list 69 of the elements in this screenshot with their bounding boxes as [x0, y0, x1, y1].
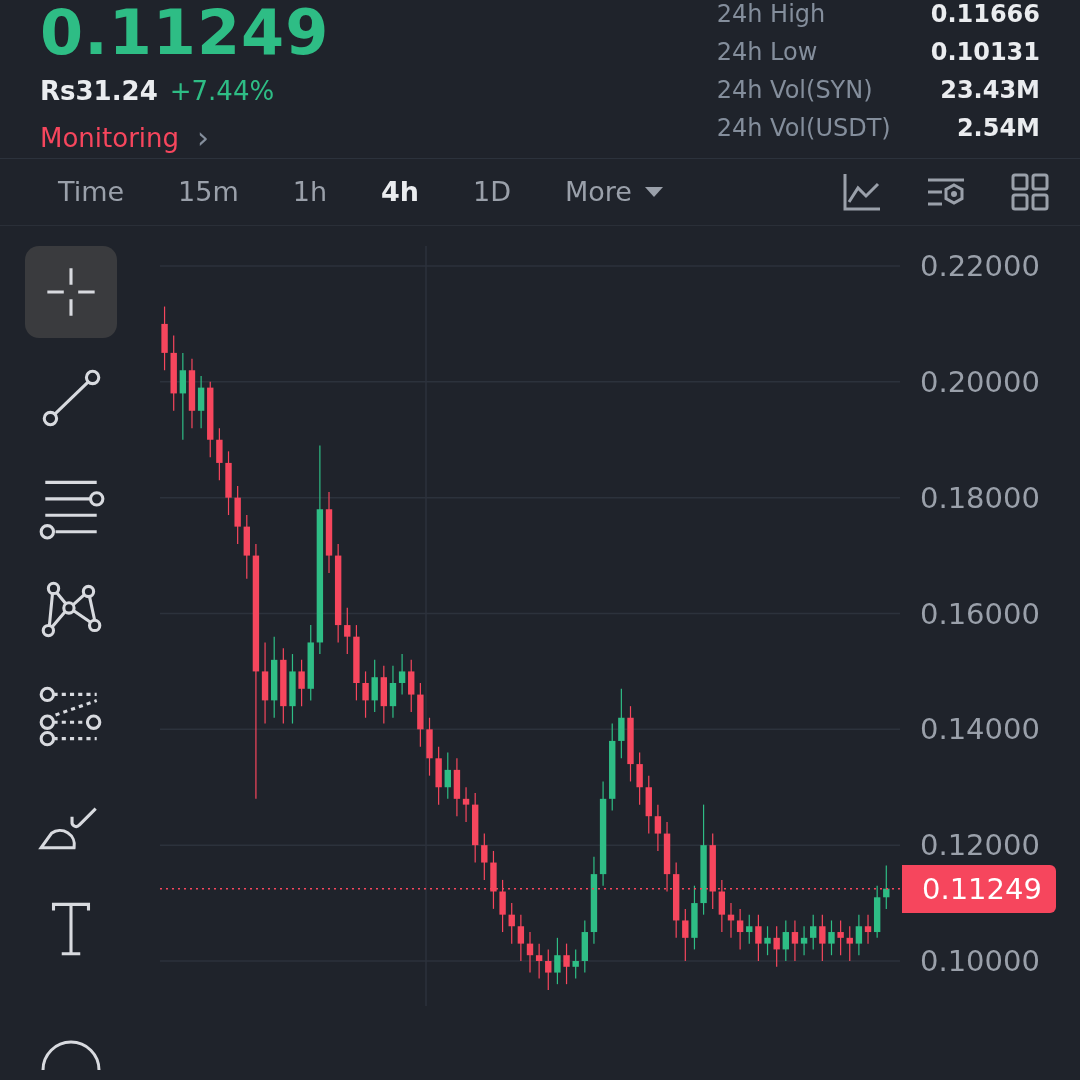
interval-tab[interactable]: 1h — [272, 176, 348, 208]
price-axis-label: 0.22000 — [920, 248, 1040, 285]
price-axis-label: 0.14000 — [920, 711, 1040, 749]
price-axis-label: 0.20000 — [920, 363, 1040, 401]
fiat-price: Rs31.24 — [40, 76, 158, 106]
candlestick — [782, 919, 789, 962]
monitoring-link[interactable]: Monitoring › — [40, 120, 330, 155]
candlestick — [636, 751, 643, 806]
candlestick — [864, 914, 872, 945]
candlestick — [572, 948, 579, 979]
candlestick — [746, 914, 753, 945]
price-axis-label: 0.12000 — [920, 827, 1040, 865]
candlestick — [618, 688, 625, 759]
crosshair-tool-button[interactable] — [25, 246, 117, 338]
price-axis-label: 0.16000 — [920, 595, 1040, 633]
candlestick — [462, 786, 470, 823]
candlestick — [408, 659, 415, 713]
interval-tab[interactable]: 15m — [158, 176, 259, 208]
candlestick — [773, 925, 780, 968]
price-change: +7.44% — [169, 76, 275, 106]
stat-label: 24h Low — [716, 38, 819, 66]
candlestick — [682, 908, 689, 962]
stat-label: 24h Vol(USDT) — [716, 114, 891, 142]
candlestick — [298, 659, 305, 707]
candlestick — [398, 653, 406, 696]
candlestick — [545, 948, 552, 991]
stat-value: 0.11666 — [930, 0, 1040, 28]
stat-value: 23.43M — [939, 76, 1040, 104]
candlestick — [362, 670, 369, 719]
candlestick — [344, 607, 351, 655]
stat-value: 0.10131 — [930, 38, 1040, 66]
candlestick — [554, 937, 561, 985]
line-chart-icon[interactable] — [842, 171, 882, 212]
candlestick — [846, 925, 853, 962]
stat-value: 2.54M — [955, 114, 1040, 142]
candlestick — [800, 925, 808, 956]
candlestick — [654, 804, 662, 852]
stat-label: 24h Vol(SYN) — [716, 76, 874, 104]
candlestick — [828, 919, 835, 956]
candlestick — [197, 375, 205, 429]
candlestick — [764, 925, 771, 956]
last-price: 0.11249 — [40, 0, 330, 66]
price-axis-label: 0.10000 — [920, 943, 1040, 980]
price-axis-label: 0.18000 — [920, 479, 1040, 517]
candlestick — [481, 832, 488, 881]
last-price-tag: 0.11249 — [902, 864, 1056, 913]
candlestick — [736, 908, 744, 951]
candlestick — [718, 879, 726, 933]
candlestick — [819, 914, 826, 962]
candlestick — [499, 879, 506, 933]
candlestick — [837, 919, 844, 956]
candlestick — [517, 914, 525, 962]
candlestick — [755, 914, 762, 962]
candlestick — [563, 943, 570, 985]
interval-tab[interactable]: Time — [38, 176, 145, 208]
interval-tab[interactable]: 1D — [453, 176, 532, 208]
candlestick — [389, 665, 397, 719]
stat-label: 24h High — [716, 0, 827, 28]
candlestick — [444, 751, 451, 800]
candlestick — [855, 914, 863, 956]
candlestick — [535, 943, 543, 979]
candlestick — [810, 914, 817, 951]
grid-layout-icon[interactable] — [1010, 171, 1050, 212]
interval-tab[interactable]: 4h — [361, 176, 440, 208]
candlestick — [216, 427, 223, 481]
interval-tab[interactable]: More — [545, 176, 684, 208]
candlestick — [791, 919, 799, 962]
candlestick — [179, 352, 187, 441]
candlestick — [371, 659, 378, 713]
